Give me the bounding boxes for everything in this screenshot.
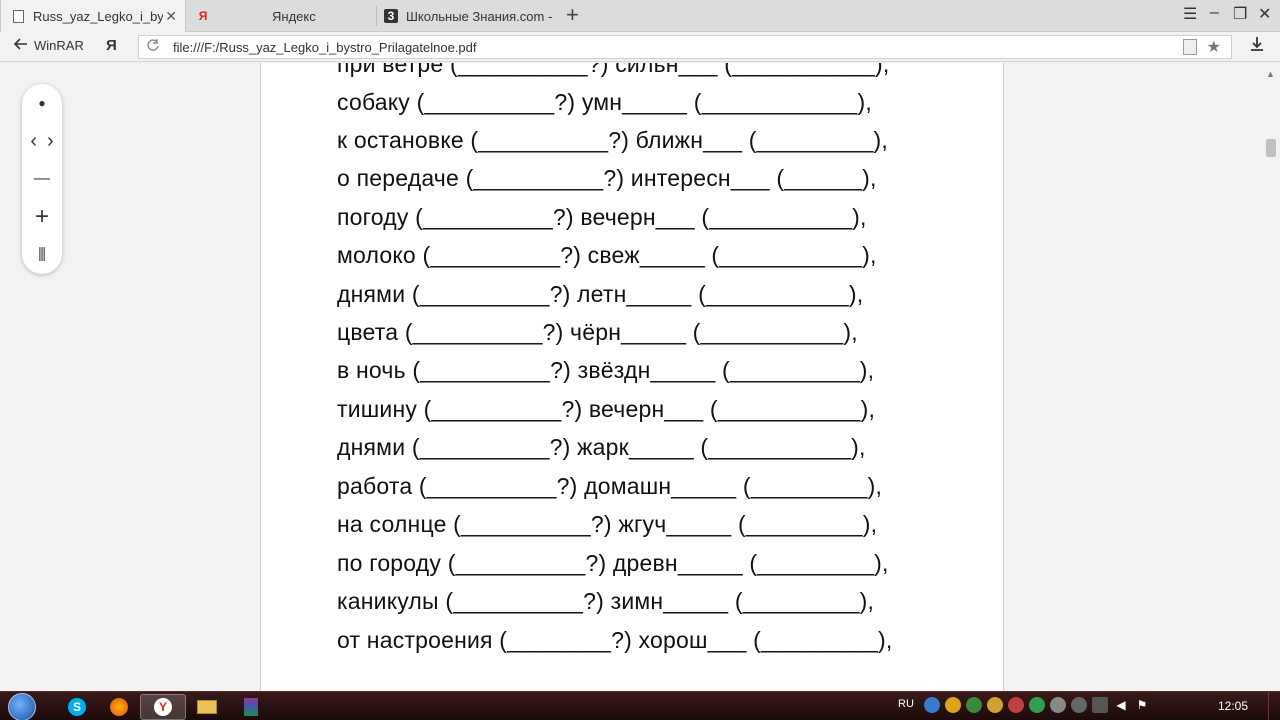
language-indicator[interactable]: RU <box>898 698 914 710</box>
scroll-up-arrow-icon[interactable]: ▲ <box>1266 69 1275 79</box>
download-icon[interactable] <box>1250 36 1264 57</box>
znanija-icon: 3 <box>384 9 398 23</box>
fit-page-icon[interactable]: ⫴ <box>22 240 62 270</box>
winrar-icon[interactable] <box>228 694 274 720</box>
arrow-left-icon <box>13 38 28 53</box>
exercise-line: тишину (__________?) вечерн___ (________… <box>337 396 876 422</box>
taskbar: S Y RU ◀ ⚑ 12:05 <box>0 691 1280 720</box>
tray-app-icon[interactable] <box>945 697 961 713</box>
start-button[interactable] <box>8 693 36 720</box>
explorer-icon[interactable] <box>184 694 230 720</box>
page-icon <box>11 9 25 23</box>
tray-app-icon[interactable] <box>1050 697 1066 713</box>
dot-icon[interactable]: ● <box>22 88 62 118</box>
pdf-page: при ветре (__________?) сильн___ (______… <box>260 63 1004 691</box>
tab-yandex[interactable]: Я Яндекс <box>196 0 376 32</box>
bookmark-star-icon[interactable]: ★ <box>1207 37 1221 57</box>
pdf-viewport[interactable]: при ветре (__________?) сильн___ (______… <box>0 63 1280 691</box>
back-button[interactable]: WinRAR <box>13 38 84 53</box>
tab-title: Яндекс <box>272 8 316 24</box>
menu-icon[interactable]: ☰ <box>1183 4 1197 24</box>
pdf-zoom-controls: ● ‹ › — + ⫴ <box>22 84 62 274</box>
tray-app-icon[interactable] <box>987 697 1003 713</box>
tray-app-icon[interactable] <box>924 697 940 713</box>
close-tab-icon[interactable]: ✕ <box>165 8 177 25</box>
exercise-line: к остановке (__________?) ближн___ (____… <box>337 127 888 153</box>
tab-znanija[interactable]: 3 Школьные Знания.com - Ре <box>384 0 560 32</box>
zoom-in-button[interactable]: + <box>22 202 62 232</box>
page-info-icon[interactable] <box>1183 39 1197 55</box>
tab-strip: Russ_yaz_Legko_i_bystro_ ✕ Я Яндекс 3 Шк… <box>0 0 1280 32</box>
back-label: WinRAR <box>34 38 84 53</box>
url-text: file:///F:/Russ_yaz_Legko_i_bystro_Prila… <box>173 40 477 55</box>
exercise-line: о передаче (__________?) интересн___ (__… <box>337 165 877 191</box>
flag-icon[interactable]: ⚑ <box>1134 697 1150 713</box>
zoom-out-button[interactable]: — <box>22 164 62 194</box>
exercise-line: днями (__________?) летн_____ (_________… <box>337 281 864 307</box>
tray-app-icon[interactable] <box>966 697 982 713</box>
firefox-icon[interactable] <box>96 694 142 720</box>
exercise-line: днями (__________?) жарк_____ (_________… <box>337 434 866 460</box>
exercise-line: от настроения (________?) хорош___ (____… <box>337 627 893 653</box>
tray-app-icon[interactable] <box>1029 697 1045 713</box>
exercise-line: в ночь (__________?) звёздн_____ (______… <box>337 357 875 383</box>
chevron-left-icon[interactable]: ‹ <box>30 130 37 153</box>
tray-app-icon[interactable] <box>1008 697 1024 713</box>
chevron-right-icon[interactable]: › <box>47 130 54 153</box>
minimize-icon[interactable]: – <box>1210 4 1219 22</box>
exercise-line: по городу (__________?) древн_____ (____… <box>337 550 889 576</box>
tab-divider <box>376 6 377 26</box>
scroll-thumb[interactable] <box>1266 139 1276 157</box>
yandex-icon: Я <box>198 9 208 23</box>
clock[interactable]: 12:05 <box>1218 699 1248 713</box>
exercise-line: молоко (__________?) свеж_____ (________… <box>337 242 877 268</box>
browser-toolbar: WinRAR Я file:///F:/Russ_yaz_Legko_i_bys… <box>0 32 1280 62</box>
tab-title: Russ_yaz_Legko_i_bystro_ <box>33 8 163 24</box>
page-nav: ‹ › <box>22 126 62 156</box>
exercise-line: собаку (__________?) умн_____ (_________… <box>337 89 872 115</box>
exercise-line: цвета (__________?) чёрн_____ (_________… <box>337 319 858 345</box>
system-tray: ◀ ⚑ <box>924 697 1150 713</box>
tray-app-icon[interactable] <box>1092 697 1108 713</box>
restore-icon[interactable]: ❐ <box>1233 4 1247 24</box>
tab-title: Школьные Знания.com - Ре <box>406 8 556 24</box>
show-desktop-button[interactable] <box>1268 692 1280 720</box>
exercise-line: работа (__________?) домашн_____ (______… <box>337 473 883 499</box>
exercise-line: каникулы (__________?) зимн_____ (______… <box>337 588 875 614</box>
exercise-line: на солнце (__________?) жгуч_____ (_____… <box>337 511 878 537</box>
tray-app-icon[interactable] <box>1071 697 1087 713</box>
address-bar[interactable]: file:///F:/Russ_yaz_Legko_i_bystro_Prila… <box>138 35 1232 59</box>
exercise-line: при ветре (__________?) сильн___ (______… <box>337 63 890 77</box>
exercise-line: погоду (__________?) вечерн___ (________… <box>337 204 867 230</box>
yandex-button[interactable]: Я <box>106 37 117 54</box>
reload-icon[interactable] <box>147 39 159 54</box>
skype-icon[interactable]: S <box>54 694 100 720</box>
vertical-scrollbar[interactable]: ▲ <box>1262 63 1280 691</box>
tab-pdf[interactable]: Russ_yaz_Legko_i_bystro_ ✕ <box>0 0 186 32</box>
close-window-icon[interactable]: ✕ <box>1258 4 1271 24</box>
volume-icon[interactable]: ◀ <box>1113 697 1129 713</box>
yandex-browser-icon[interactable]: Y <box>140 694 186 720</box>
new-tab-button[interactable]: + <box>566 3 579 27</box>
